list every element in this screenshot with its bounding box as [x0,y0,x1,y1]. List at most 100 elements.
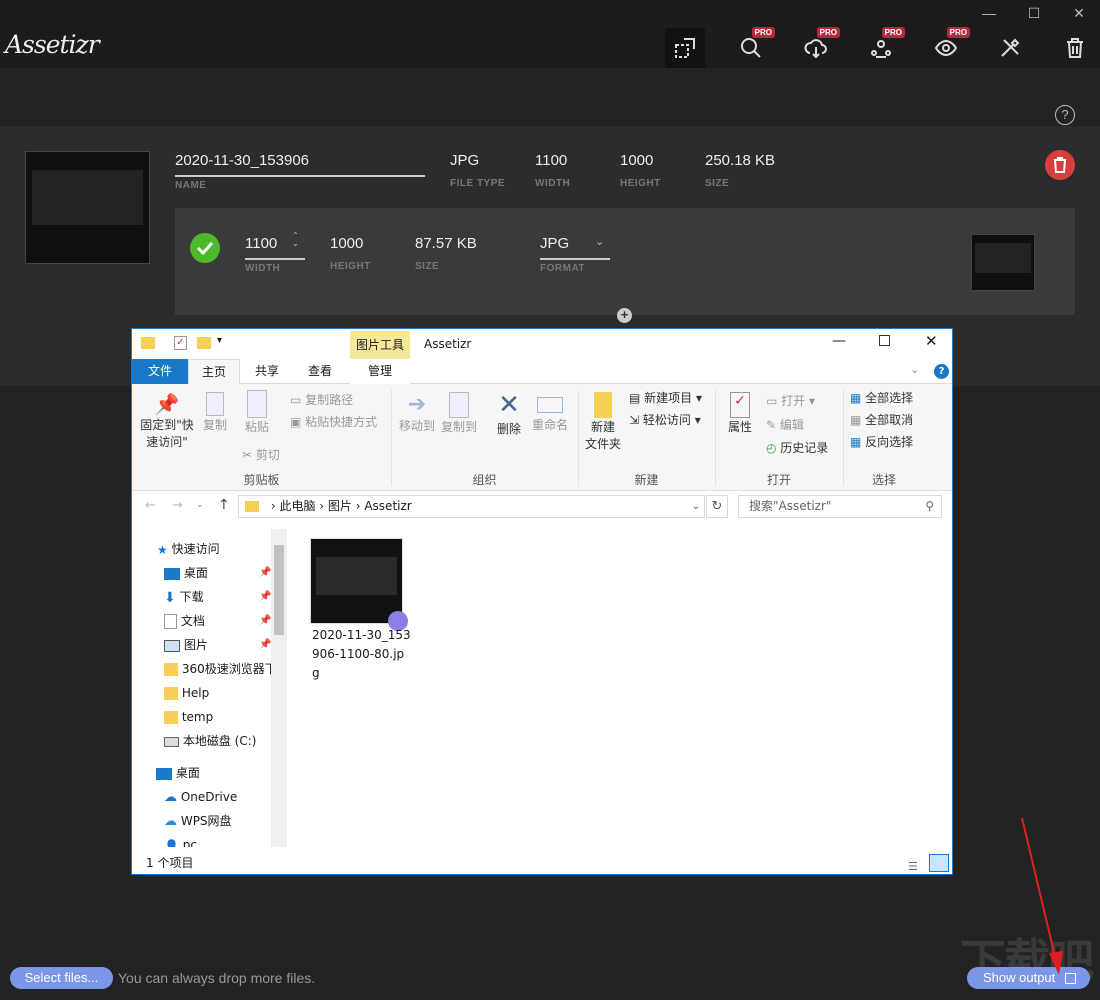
team-tool-button[interactable]: PRO [861,27,905,68]
output-size-label: SIZE [415,261,440,272]
nav-downloads[interactable]: ⬇ 下载 📌 [164,585,271,609]
group-select: 选择 [871,473,896,487]
cloud-download-icon [804,39,827,59]
open-button[interactable]: ▭ 打开 ▾ [766,392,815,409]
copy-path-button[interactable]: ▭ 复制路径 [290,391,353,408]
source-thumbnail [25,151,150,264]
nav-wps-drive[interactable]: ☁ WPS网盘 [164,809,232,833]
breadcrumb-this-pc[interactable]: 此电脑 [279,499,315,513]
preview-tool-button[interactable]: PRO [926,27,970,68]
resize-tool-button[interactable] [665,28,705,68]
copy-to-button[interactable]: 复制到 [439,392,479,435]
details-view-icon[interactable]: ☰ [908,856,918,878]
chevron-down-icon[interactable]: ⌄ [692,496,700,517]
format-underline [540,258,610,260]
help-icon[interactable]: ? [934,364,949,379]
drive-icon [164,736,179,747]
chevron-down-icon[interactable]: ⌄ [595,235,604,248]
paste-button[interactable]: 粘贴 [242,390,272,435]
nav-onedrive[interactable]: ☁ OneDrive [164,785,237,809]
select-none-icon: ▦ [850,413,866,427]
output-size: 87.57 KB [415,235,477,252]
nav-scrollbar[interactable] [271,529,287,847]
settings-tool-button[interactable] [990,28,1030,68]
nav-desktop-root[interactable]: 桌面 [156,761,200,785]
history-button[interactable]: ◴ 历史记录 [766,439,828,456]
tab-view[interactable]: 查看 [295,359,345,384]
delete-button[interactable]: ✕ 删除 [492,390,526,437]
properties-quick-icon[interactable]: ✓ [174,336,187,350]
edit-button[interactable]: ✎ 编辑 [766,416,804,433]
nav-temp[interactable]: temp [164,705,213,729]
file-name-label[interactable]: 2020-11-30_153 906-1100-80.jp g [312,626,412,683]
explorer-close-button[interactable]: ✕ [925,332,938,350]
pin-quick-access-button[interactable]: 📌 固定到"快 速访问" [138,392,196,450]
select-files-button[interactable]: Select files... [10,967,113,989]
folder-icon [164,663,178,676]
nav-360-browser[interactable]: 360极速浏览器下 [164,657,272,681]
new-item-button[interactable]: ▤ 新建项目 ▾ [629,389,702,406]
copy-button[interactable]: 复制 [200,392,230,433]
file-name[interactable]: 2020-11-30_153906 [175,152,309,169]
up-icon[interactable]: ↑ [218,497,230,513]
recent-locations-icon[interactable]: ⌄ [196,500,204,510]
address-bar[interactable]: › 此电脑 › 图片 › Assetizr ⌄ [238,495,705,518]
back-icon[interactable]: ← [145,498,156,513]
group-open: 打开 [766,473,791,487]
tab-share[interactable]: 共享 [242,359,292,384]
tab-file[interactable]: 文件 [132,359,188,384]
download-tool-button[interactable]: PRO [796,27,840,68]
customize-quick-access-icon[interactable]: ▾ [217,335,222,346]
nav-pictures[interactable]: 图片 📌 [164,633,271,657]
ribbon-collapse-icon[interactable]: ⌄ [910,363,919,376]
nav-pc[interactable]: 👤 pc [164,833,197,847]
paste-shortcut-button[interactable]: ▣ 粘贴快捷方式 [290,413,377,430]
large-icons-view-icon[interactable] [929,854,949,872]
status-bar: 1 个项目 ☰ [132,852,952,874]
cut-button[interactable]: ✂ 剪切 [242,446,280,463]
delete-file-button[interactable] [1045,150,1075,180]
breadcrumb-pictures[interactable]: 图片 [328,499,352,513]
forward-icon[interactable]: → [172,498,183,513]
scrollbar-thumb[interactable] [274,545,284,635]
minimize-button[interactable]: — [980,5,998,23]
explorer-minimize-button[interactable]: — [832,333,846,349]
easy-access-button[interactable]: ⇲ 轻松访问 ▾ [629,411,701,428]
select-none-button[interactable]: ▦ 全部取消 [850,411,913,428]
file-thumbnail[interactable] [310,538,408,631]
pro-badge: PRO [751,27,775,38]
properties-button[interactable]: ✓ 属性 [722,392,758,435]
output-width-input[interactable]: 1100 [245,235,277,252]
nav-help[interactable]: Help [164,681,209,705]
navigation-pane: ★ 快速访问 桌面 📌 ⬇ 下载 📌 文档 📌 图片 📌 360极速浏览器下 Help … [132,529,289,847]
clear-all-button[interactable] [1055,28,1095,68]
nav-desktop[interactable]: 桌面 📌 [164,561,271,585]
explorer-maximize-button[interactable] [879,335,890,346]
breadcrumb-assetizr[interactable]: Assetizr [364,499,411,513]
output-thumbnail[interactable] [971,234,1035,291]
nav-documents[interactable]: 文档 📌 [164,609,271,633]
format-select[interactable]: JPG [540,235,569,252]
search-input[interactable]: 搜索"Assetizr" ⚲ [738,495,942,518]
tab-home[interactable]: 主页 [188,359,240,384]
refresh-icon[interactable]: ↻ [706,495,728,518]
item-count: 1 个项目 [146,856,194,870]
width-stepper[interactable]: ⌃ ⌄ [292,232,299,248]
tab-manage[interactable]: 管理 [350,359,410,384]
maximize-button[interactable]: ☐ [1025,5,1043,23]
close-button[interactable]: ✕ [1070,5,1088,23]
new-folder-button[interactable]: 新建 文件夹 [583,392,623,452]
nav-quick-access[interactable]: ★ 快速访问 [157,537,220,561]
new-folder-quick-icon[interactable] [197,337,211,349]
file-type: JPG [450,152,480,169]
optimize-tool-button[interactable]: PRO [731,27,775,68]
select-all-icon: ▦ [850,391,866,405]
move-to-button[interactable]: ➔ 移动到 [397,392,437,434]
invert-selection-button[interactable]: ▦ 反向选择 [850,433,913,450]
add-output-button[interactable]: + [617,308,632,323]
rename-button[interactable]: 重命名 [530,392,570,433]
help-icon[interactable]: ? [1055,105,1075,125]
nav-local-disk[interactable]: 本地磁盘 (C:) [164,729,256,753]
select-all-button[interactable]: ▦ 全部选择 [850,389,913,406]
copy-path-icon: ▭ [290,393,306,407]
